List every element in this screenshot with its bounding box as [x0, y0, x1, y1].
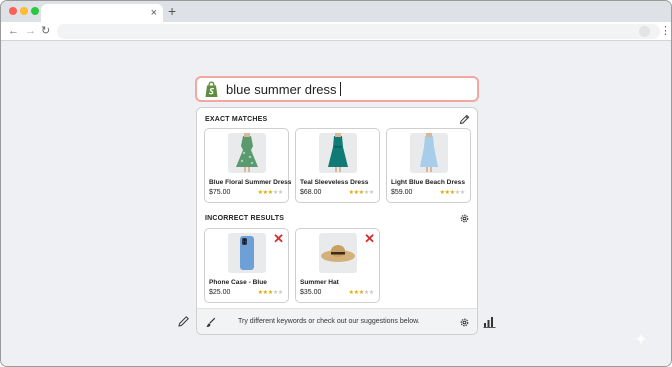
product-image	[228, 233, 266, 273]
tab-bar: × +	[1, 1, 671, 22]
zoom-window-dot[interactable]	[31, 7, 39, 15]
text-caret	[339, 82, 341, 96]
product-card[interactable]: Blue Floral Summer Dress $75.00 ★★★★★	[204, 128, 292, 203]
brush-icon[interactable]	[205, 317, 216, 328]
pencil-icon[interactable]	[177, 315, 190, 328]
product-image	[228, 133, 266, 173]
sparkle-icon	[635, 333, 647, 345]
search-input[interactable]: blue summer dress	[195, 76, 479, 102]
incorrect-results-title: INCORRECT RESULTS	[205, 215, 285, 222]
back-icon[interactable]: ←	[8, 24, 19, 38]
search-query-text: blue summer dress	[226, 82, 341, 98]
product-name: Summer Hat	[300, 279, 339, 286]
product-image	[410, 133, 448, 173]
profile-avatar[interactable]	[639, 26, 650, 37]
product-card[interactable]: ✕ Phone Case - Blue $25.00 ★★★★★	[204, 228, 289, 303]
product-image	[319, 233, 357, 273]
browser-toolbar: ← → ↻ ⋮	[1, 22, 671, 41]
gear-icon[interactable]	[459, 213, 470, 224]
reject-icon[interactable]: ✕	[273, 232, 284, 245]
browser-tab[interactable]: ×	[41, 4, 163, 22]
product-price: $25.00	[209, 289, 231, 296]
new-tab-icon[interactable]: +	[168, 4, 176, 18]
pencil-icon[interactable]	[459, 114, 470, 125]
bar-chart-icon[interactable]	[483, 315, 496, 328]
exact-matches-title: EXACT MATCHES	[205, 116, 268, 123]
product-name: Teal Sleeveless Dress	[300, 179, 369, 186]
browser-menu-icon[interactable]: ⋮	[660, 25, 671, 37]
results-panel: EXACT MATCHES Blue Floral Summer Dress $…	[196, 107, 478, 335]
product-name: Phone Case - Blue	[209, 279, 267, 286]
product-image	[319, 133, 357, 173]
address-bar[interactable]	[57, 24, 660, 39]
product-card[interactable]: Light Blue Beach Dress $59.00 ★★★★★	[386, 128, 471, 203]
gear-icon[interactable]	[459, 317, 470, 328]
reject-icon[interactable]: ✕	[364, 232, 375, 245]
product-card[interactable]: ✕ Summer Hat $35.00 ★★★★★	[295, 228, 380, 303]
product-name: Light Blue Beach Dress	[391, 179, 466, 186]
suggestions-footer: Try different keywords or check out our …	[197, 308, 477, 334]
browser-window: × + ← → ↻ ⋮ blue summer dress EXACT MATC…	[0, 0, 672, 367]
rating-stars: ★★★★★	[348, 190, 375, 196]
rating-stars: ★★★★★	[257, 190, 284, 196]
minimize-window-dot[interactable]	[20, 7, 28, 15]
forward-icon[interactable]: →	[25, 24, 36, 38]
product-price: $68.00	[300, 189, 322, 196]
product-price: $75.00	[209, 189, 231, 196]
product-price: $35.00	[300, 289, 322, 296]
reload-icon[interactable]: ↻	[41, 24, 50, 38]
tab-close-icon[interactable]: ×	[151, 6, 157, 20]
rating-stars: ★★★★★	[348, 290, 375, 296]
shopify-bag-icon	[205, 81, 218, 97]
product-card[interactable]: Teal Sleeveless Dress $68.00 ★★★★★	[295, 128, 380, 203]
close-window-dot[interactable]	[9, 7, 17, 15]
rating-stars: ★★★★★	[439, 190, 466, 196]
footer-message: Try different keywords or check out our …	[238, 318, 420, 325]
product-price: $59.00	[391, 189, 413, 196]
product-name: Blue Floral Summer Dress	[209, 179, 292, 186]
rating-stars: ★★★★★	[257, 290, 284, 296]
